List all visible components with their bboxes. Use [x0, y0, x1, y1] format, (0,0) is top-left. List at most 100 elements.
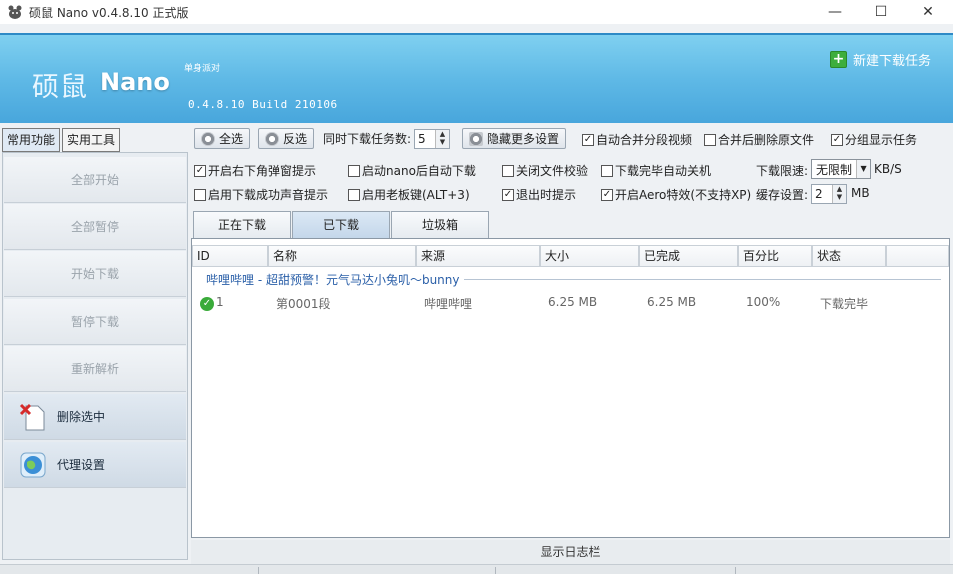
cache-value: 2: [815, 187, 823, 201]
hide-more-label: 隐藏更多设置: [487, 132, 560, 146]
auto-merge-checkbox[interactable]: ✓ 自动合并分段视频: [582, 131, 692, 148]
speed-limit-label: 下载限速:: [756, 164, 809, 178]
cell-size: 6.25 MB: [548, 295, 598, 309]
concurrent-tasks-spinner[interactable]: 5 ▲ ▼: [414, 129, 450, 149]
col-size[interactable]: 大小: [540, 245, 639, 267]
cache-label-wrap: 缓存设置:: [756, 186, 808, 203]
cell-name: 第0001段: [276, 297, 331, 311]
cell-percent: 100%: [746, 295, 781, 309]
cell-id: 1: [216, 295, 224, 309]
new-task-label: 新建下载任务: [853, 54, 932, 69]
spinner-arrows-icon[interactable]: ▲ ▼: [832, 185, 846, 203]
hide-more-settings-button[interactable]: 隐藏更多设置: [462, 128, 567, 149]
checkbox-unchecked[interactable]: [194, 188, 206, 201]
table-row[interactable]: ✓ 1 第0001段 哔哩哔哩 6.25 MB 6.25 MB 100% 下载完…: [192, 293, 949, 313]
shutdown-option: 下载完毕自动关机: [601, 162, 711, 179]
group-divider: [463, 279, 941, 280]
status-separator: [735, 567, 736, 574]
col-id[interactable]: ID: [192, 245, 268, 267]
checkbox-checked[interactable]: ✓: [502, 188, 514, 201]
group-display-option: ✓ 分组显示任务: [831, 131, 917, 148]
hide-more-wrap: 隐藏更多设置: [462, 128, 567, 149]
concurrent-value: 5: [418, 132, 426, 146]
checkbox-unchecked[interactable]: [348, 188, 360, 201]
delete-selected-button[interactable]: 删除选中: [4, 394, 186, 440]
tab-downloaded[interactable]: 已下载: [292, 211, 390, 238]
spinner-arrows-icon[interactable]: ▲ ▼: [435, 130, 449, 148]
cache-size-spinner[interactable]: 2 ▲ ▼: [811, 184, 847, 204]
checkbox-unchecked[interactable]: [502, 164, 514, 177]
close-verify-option: 关闭文件校验: [502, 162, 588, 179]
app-icon: [8, 5, 22, 19]
popup-option: ✓ 开启右下角弹窗提示: [194, 162, 316, 179]
tab-trash[interactable]: 垃圾箱: [391, 211, 489, 238]
col-percent[interactable]: 百分比: [738, 245, 812, 267]
exit-prompt-option: ✓ 退出时提示: [502, 186, 576, 203]
checkbox-checked[interactable]: ✓: [601, 188, 613, 201]
col-completed[interactable]: 已完成: [639, 245, 738, 267]
tab-downloading[interactable]: 正在下载: [193, 211, 291, 238]
auto-merge-label: 自动合并分段视频: [596, 133, 693, 147]
group-display-checkbox[interactable]: ✓ 分组显示任务: [831, 131, 917, 148]
checkbox-unchecked[interactable]: [348, 164, 360, 177]
toolbar-invert: 反选: [258, 128, 315, 149]
speed-limit-label-wrap: 下载限速:: [756, 162, 808, 179]
checkbox-checked[interactable]: ✓: [194, 164, 206, 177]
sidebar-tabs: 常用功能 实用工具: [2, 128, 121, 152]
select-all-button[interactable]: 全选: [194, 128, 251, 149]
close-verify-checkbox[interactable]: 关闭文件校验: [502, 162, 588, 179]
autostart-label: 启动nano后自动下载: [362, 164, 476, 178]
status-separator: [258, 567, 259, 574]
checkbox-unchecked[interactable]: [704, 133, 716, 146]
tab-utilities[interactable]: 实用工具: [62, 128, 121, 152]
pause-download-button[interactable]: 暂停下载: [4, 299, 186, 345]
group-title: 哔哩哔哩 - 超甜预警！元气马达小兔叽～bunny: [206, 273, 460, 287]
popup-checkbox[interactable]: ✓ 开启右下角弹窗提示: [194, 162, 316, 179]
minimize-button[interactable]: —: [812, 0, 858, 24]
speed-limit-select[interactable]: 无限制 ▼: [811, 159, 872, 179]
col-name[interactable]: 名称: [268, 245, 416, 267]
aero-checkbox[interactable]: ✓ 开启Aero特效(不支持XP): [601, 186, 751, 203]
invert-selection-button[interactable]: 反选: [258, 128, 315, 149]
start-download-button[interactable]: 开始下载: [4, 251, 186, 297]
delete-after-merge-option: 合并后删除原文件: [704, 131, 814, 148]
speed-limit-value: 无限制: [816, 162, 853, 177]
boss-key-checkbox[interactable]: 启用老板键(ALT+3): [348, 186, 470, 203]
concurrent-spinner-wrap: 5 ▲ ▼: [414, 129, 450, 149]
cache-label: 缓存设置:: [756, 188, 809, 202]
col-status[interactable]: 状态: [812, 245, 886, 267]
reparse-button[interactable]: 重新解析: [4, 346, 186, 392]
proxy-settings-button[interactable]: 代理设置: [4, 442, 186, 488]
group-display-label: 分组显示任务: [845, 133, 918, 147]
checkbox-unchecked[interactable]: [601, 164, 613, 177]
col-source[interactable]: 来源: [416, 245, 540, 267]
delete-after-merge-checkbox[interactable]: 合并后删除原文件: [704, 131, 814, 148]
gear-icon: [265, 131, 279, 146]
shutdown-checkbox[interactable]: 下载完毕自动关机: [601, 162, 711, 179]
boss-key-option: 启用老板键(ALT+3): [348, 186, 470, 203]
title-bar: 硕鼠 Nano v0.4.8.10 正式版 — ☐ ✕: [0, 0, 953, 24]
show-log-bar[interactable]: 显示日志栏: [191, 540, 950, 564]
sound-checkbox[interactable]: 启用下载成功声音提示: [194, 186, 328, 203]
chevron-down-icon[interactable]: ▼: [856, 160, 871, 178]
group-header[interactable]: 哔哩哔哩 - 超甜预警！元气马达小兔叽～bunny: [206, 271, 941, 288]
tab-common-functions[interactable]: 常用功能: [2, 128, 61, 152]
header-banner: 硕鼠 Nano 单身派对 0.4.8.10 Build 210106 + 新建下…: [0, 33, 953, 123]
new-download-task-button[interactable]: + 新建下载任务: [830, 50, 931, 69]
checkbox-checked[interactable]: ✓: [831, 133, 843, 146]
select-all-label: 全选: [219, 132, 244, 146]
checkbox-checked[interactable]: ✓: [582, 133, 594, 146]
close-button[interactable]: ✕: [905, 0, 951, 24]
toolbar: 全选: [194, 128, 251, 149]
slogan: 单身派对: [184, 64, 221, 74]
start-all-button[interactable]: 全部开始: [4, 157, 186, 203]
exit-prompt-checkbox[interactable]: ✓ 退出时提示: [502, 186, 576, 203]
autostart-checkbox[interactable]: 启动nano后自动下载: [348, 162, 476, 179]
autostart-option: 启动nano后自动下载: [348, 162, 476, 179]
cache-unit: MB: [851, 186, 870, 200]
pause-all-button[interactable]: 全部暂停: [4, 204, 186, 250]
sound-label: 启用下载成功声音提示: [208, 188, 329, 202]
auto-merge-option: ✓ 自动合并分段视频: [582, 131, 692, 148]
cell-completed: 6.25 MB: [647, 295, 697, 309]
maximize-button[interactable]: ☐: [858, 0, 904, 24]
